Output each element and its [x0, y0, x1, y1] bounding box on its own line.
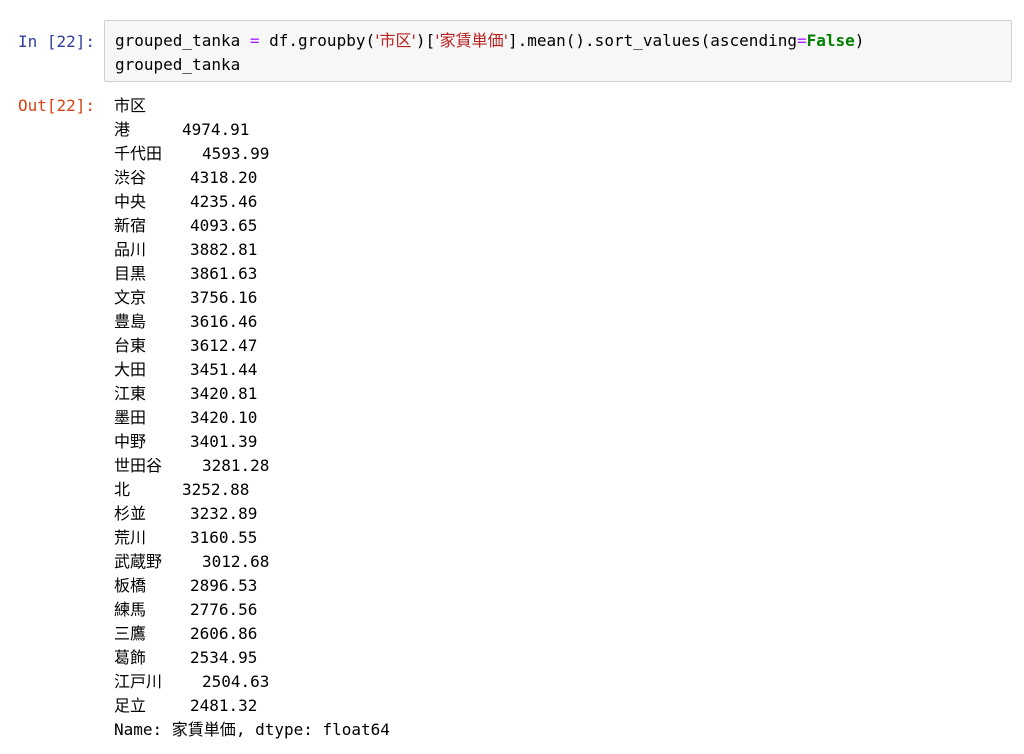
row-value: 3281.28 — [202, 456, 270, 475]
series-row: 品川 3882.81 — [114, 238, 994, 262]
row-value: 2776.56 — [190, 600, 258, 619]
code-token: )[ — [415, 31, 436, 50]
code-input-area[interactable]: grouped_tanka = df.groupby('市区')['家賃単価']… — [104, 20, 1012, 82]
row-index-label: 杉並 — [114, 504, 147, 523]
series-row: 中野 3401.39 — [114, 430, 994, 454]
row-index-label: 江戸川 — [114, 672, 163, 691]
row-value: 4235.46 — [190, 192, 258, 211]
series-row: 葛飾 2534.95 — [114, 646, 994, 670]
row-value: 3882.81 — [190, 240, 258, 259]
series-row: 文京 3756.16 — [114, 286, 994, 310]
row-index-label: 新宿 — [114, 216, 147, 235]
row-index-label: 目黒 — [114, 264, 147, 283]
row-index-label: 北 — [114, 480, 131, 499]
row-value: 3616.46 — [190, 312, 258, 331]
series-row: 荒川 3160.55 — [114, 526, 994, 550]
row-index-label: 世田谷 — [114, 456, 163, 475]
row-index-label: 渋谷 — [114, 168, 147, 187]
row-value: 3232.89 — [190, 504, 258, 523]
row-index-label: 三鷹 — [114, 624, 147, 643]
output-prompt: Out[22]: — [18, 96, 96, 115]
row-index-label: 荒川 — [114, 528, 147, 547]
series-row: 江東 3420.81 — [114, 382, 994, 406]
row-index-label: 港 — [114, 120, 131, 139]
row-index-label: 江東 — [114, 384, 147, 403]
series-row: 武蔵野 3012.68 — [114, 550, 994, 574]
row-value: 3252.88 — [182, 480, 250, 499]
row-value: 2606.86 — [190, 624, 258, 643]
series-row: 板橋 2896.53 — [114, 574, 994, 598]
row-index-label: 葛飾 — [114, 648, 147, 667]
row-value: 3612.47 — [190, 336, 258, 355]
row-value: 2504.63 — [202, 672, 270, 691]
row-value: 3756.16 — [190, 288, 258, 307]
series-row: 渋谷 4318.20 — [114, 166, 994, 190]
row-index-label: 中野 — [114, 432, 147, 451]
row-value: 4318.20 — [190, 168, 258, 187]
series-row: 足立 2481.32 — [114, 694, 994, 718]
row-value: 2534.95 — [190, 648, 258, 667]
series-row: 中央 4235.46 — [114, 190, 994, 214]
series-row: 台東 3612.47 — [114, 334, 994, 358]
row-value: 4093.65 — [190, 216, 258, 235]
row-value: 3420.10 — [190, 408, 258, 427]
row-value: 3861.63 — [190, 264, 258, 283]
row-index-label: 中央 — [114, 192, 147, 211]
code-token: df.groupby( — [259, 31, 376, 50]
row-index-label: 台東 — [114, 336, 147, 355]
output-area: 市区 港 4974.91 千代田 4593.99 渋谷 4318.20 中央 4235.46 新… — [114, 94, 994, 742]
footer-prefix: Name: — [114, 720, 172, 739]
row-index-label: 板橋 — [114, 576, 147, 595]
code-token: ) — [854, 31, 865, 50]
row-value: 3160.55 — [190, 528, 258, 547]
row-index-label: 文京 — [114, 288, 147, 307]
index-name-header: 市区 — [114, 94, 994, 118]
row-index-label: 武蔵野 — [114, 552, 163, 571]
series-row: 練馬 2776.56 — [114, 598, 994, 622]
series-row: 江戸川 2504.63 — [114, 670, 994, 694]
input-prompt: In [22]: — [18, 32, 96, 51]
series-row: 大田 3451.44 — [114, 358, 994, 382]
row-index-label: 大田 — [114, 360, 147, 379]
row-value: 3012.68 — [202, 552, 270, 571]
code-operator: = — [796, 31, 807, 50]
series-row: 千代田 4593.99 — [114, 142, 994, 166]
code-token: ].mean().sort_values(ascending — [507, 31, 797, 50]
series-footer: Name: 家賃単価, dtype: float64 — [114, 718, 994, 742]
code-token: grouped_tanka — [115, 31, 250, 50]
row-index-label: 千代田 — [114, 144, 163, 163]
series-row: 世田谷 3281.28 — [114, 454, 994, 478]
row-value: 3420.81 — [190, 384, 258, 403]
series-row: 三鷹 2606.86 — [114, 622, 994, 646]
row-index-label: 墨田 — [114, 408, 147, 427]
row-index-label: 足立 — [114, 696, 147, 715]
footer-dtype: , dtype: float64 — [235, 720, 390, 739]
row-index-label: 豊島 — [114, 312, 147, 331]
code-string: '市区' — [375, 31, 416, 50]
code-line-1: grouped_tanka = df.groupby('市区')['家賃単価']… — [115, 29, 1001, 53]
row-index-label: 品川 — [114, 240, 147, 259]
row-value: 3451.44 — [190, 360, 258, 379]
code-string: '家賃単価' — [435, 31, 508, 50]
series-row: 墨田 3420.10 — [114, 406, 994, 430]
series-row: 杉並 3232.89 — [114, 502, 994, 526]
row-value: 2896.53 — [190, 576, 258, 595]
row-value: 4593.99 — [202, 144, 270, 163]
row-value: 3401.39 — [190, 432, 258, 451]
row-value: 4974.91 — [182, 120, 250, 139]
code-line-2: grouped_tanka — [115, 55, 241, 74]
index-name: 市区 — [114, 96, 147, 115]
row-value: 2481.32 — [190, 696, 258, 715]
series-row: 北 3252.88 — [114, 478, 994, 502]
series-rows: 港 4974.91 千代田 4593.99 渋谷 4318.20 中央 4235.46 新宿 40… — [114, 118, 994, 718]
series-row: 港 4974.91 — [114, 118, 994, 142]
code-operator: = — [249, 31, 260, 50]
series-row: 目黒 3861.63 — [114, 262, 994, 286]
code-keyword: False — [806, 31, 855, 50]
footer-series-name: 家賃単価 — [171, 720, 236, 739]
series-row: 新宿 4093.65 — [114, 214, 994, 238]
row-index-label: 練馬 — [114, 600, 147, 619]
series-row: 豊島 3616.46 — [114, 310, 994, 334]
